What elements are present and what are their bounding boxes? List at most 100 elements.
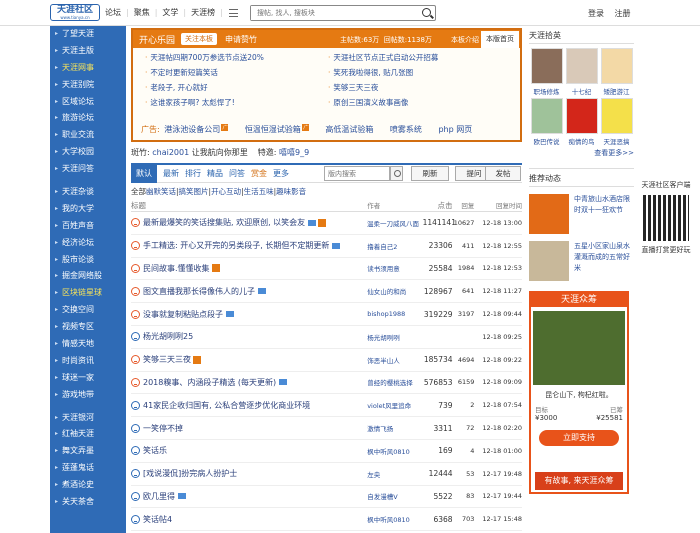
- ad-link[interactable]: 喷雾系统: [390, 125, 422, 134]
- tab-more[interactable]: 更多: [273, 168, 289, 179]
- recommend-tile[interactable]: 欧巴传说: [529, 98, 564, 146]
- sidebar-item[interactable]: ▸ 时尚资讯: [50, 353, 126, 370]
- sidebar-item[interactable]: ▸ 交换空间: [50, 302, 126, 319]
- banner-link[interactable]: 天涯帖四期700万参选节点送20%: [145, 52, 328, 63]
- post-author[interactable]: 曾经的樱桃选择: [367, 377, 423, 387]
- tab-board-home[interactable]: 本版首页: [481, 31, 519, 48]
- sidebar-item[interactable]: ▸ 旅游论坛: [50, 110, 126, 127]
- post-title-link[interactable]: 笑够三天三夜: [143, 354, 191, 365]
- banner-link[interactable]: 老段子, 开心就好: [145, 82, 328, 93]
- post-author[interactable]: 仙女山的和尚: [367, 286, 423, 296]
- post-author[interactable]: 左央: [367, 469, 423, 479]
- sidebar-item[interactable]: ▸ 经济论坛: [50, 235, 126, 252]
- nav-literature[interactable]: 文学: [162, 7, 178, 18]
- tianya-logo[interactable]: 天涯社区 www.tianya.cn: [50, 4, 100, 21]
- post-title-link[interactable]: 民间故事.懂懂收集: [143, 263, 210, 274]
- tab-ranking[interactable]: 排行: [185, 168, 201, 179]
- sidebar-item[interactable]: ▸ 情感天地: [50, 336, 126, 353]
- sidebar-item[interactable]: ▸ 股市论谈: [50, 252, 126, 269]
- nav-focus[interactable]: 聚焦: [134, 7, 150, 18]
- post-author[interactable]: 激情飞扬: [367, 423, 423, 433]
- sidebar-item[interactable]: ▸ 舞文弄墨: [50, 443, 126, 460]
- post-author[interactable]: bishop1988: [367, 310, 423, 318]
- sidebar-item[interactable]: ▸ 视频专区: [50, 319, 126, 336]
- tab-default[interactable]: 默认: [131, 164, 157, 183]
- category-link[interactable]: 幽默笑话: [146, 187, 176, 196]
- post-title-link[interactable]: 图文直播我那长得像伟人的儿子: [143, 286, 255, 297]
- post-author[interactable]: 温柔一刀威风八面: [367, 218, 423, 228]
- sidebar-item[interactable]: ▸ 百姓声音: [50, 218, 126, 235]
- ad-link[interactable]: php 网页: [438, 125, 472, 134]
- nav-forum[interactable]: 论坛: [105, 7, 121, 18]
- banner-link[interactable]: 笑死我啦得很, 贴几张图: [328, 67, 518, 78]
- sidebar-item[interactable]: ▸ 区域论坛: [50, 94, 126, 111]
- banner-link[interactable]: 原创三国演义故事画像: [328, 97, 518, 108]
- post-title-link[interactable]: 欧几里得: [143, 491, 175, 502]
- special-user[interactable]: 嘻嘻9_9: [279, 148, 309, 157]
- post-author[interactable]: 自发漫槽V: [367, 491, 423, 501]
- post-author[interactable]: 枫中听风0810: [367, 514, 423, 524]
- post-title-link[interactable]: 手工精选: 开心又开完的另类段子, 长期但不定期更新: [143, 240, 329, 251]
- sidebar-item[interactable]: ▸ 关天茶舍: [50, 494, 126, 511]
- dynamic-item[interactable]: 中青旅山水酒店限时双十一狂欢节: [529, 194, 634, 234]
- sidebar-item[interactable]: ▸ 煮酒论史: [50, 477, 126, 494]
- search-icon[interactable]: [422, 8, 431, 17]
- follow-button[interactable]: 关注本板: [181, 33, 218, 45]
- post-title-link[interactable]: [戏说漫侃]扮完病人扮护士: [143, 468, 237, 479]
- sidebar-item[interactable]: ▸ 了望天涯: [50, 26, 126, 43]
- board-search-icon[interactable]: [390, 166, 403, 181]
- menu-icon[interactable]: [228, 8, 238, 17]
- search-input[interactable]: [251, 6, 411, 20]
- tab-board-intro[interactable]: 本板介绍: [451, 35, 479, 45]
- recommend-tile[interactable]: 十七纪: [564, 48, 599, 96]
- post-title-link[interactable]: 没事就复制粘贴点段子: [143, 309, 223, 320]
- sidebar-item[interactable]: ▸ 掘金网络股: [50, 268, 126, 285]
- post-button[interactable]: 发帖: [485, 166, 521, 181]
- banner-link[interactable]: 不定时更新短篇笑话: [145, 67, 328, 78]
- sidebar-item[interactable]: ▸ 红袖天涯: [50, 426, 126, 443]
- category-link[interactable]: 趣味影音: [276, 187, 306, 196]
- tab-latest[interactable]: 最新: [163, 168, 179, 179]
- dynamic-item[interactable]: 五星小区家山泉水灌溉而成的五常好米: [529, 241, 634, 281]
- more-link[interactable]: 查看更多>>: [529, 148, 634, 158]
- login-link[interactable]: 登录: [588, 9, 604, 18]
- post-author[interactable]: violet风里追命: [367, 400, 423, 410]
- recommend-tile[interactable]: 天涯恶搞: [599, 98, 634, 146]
- recommend-tile[interactable]: 职场修炼: [529, 48, 564, 96]
- promo-title[interactable]: 昆仑山下, 枸杞红啦。: [531, 390, 627, 400]
- sidebar-item[interactable]: ▸ 大学校园: [50, 144, 126, 161]
- banner-link[interactable]: 这谁家孩子啊? 太彪悍了!: [145, 97, 328, 108]
- qr-code-icon[interactable]: [643, 195, 689, 241]
- category-link[interactable]: 生活五味: [244, 187, 274, 196]
- sidebar-item[interactable]: ▸ 区块链星球: [50, 285, 126, 302]
- sidebar-item[interactable]: ▸ 天涯网事: [50, 60, 126, 77]
- post-author[interactable]: 杨光胡咧咧: [367, 332, 423, 342]
- promo-image[interactable]: [533, 311, 625, 385]
- register-link[interactable]: 注册: [615, 9, 631, 18]
- category-all[interactable]: 全部: [131, 187, 146, 196]
- sidebar-item[interactable]: ▸ 天涯杂谈: [50, 184, 126, 201]
- post-title-link[interactable]: 41家民企收归国有, 公私合营逐步优化商业环境: [143, 400, 310, 411]
- sidebar-item[interactable]: ▸ 球迷一家: [50, 370, 126, 387]
- post-author[interactable]: 饰恶半山人: [367, 355, 423, 365]
- sidebar-item[interactable]: ▸ 天涯别院: [50, 77, 126, 94]
- sidebar-item[interactable]: ▸ 我的大学: [50, 201, 126, 218]
- post-title-link[interactable]: 笑话帖4: [143, 514, 172, 525]
- moderator-user[interactable]: chai2001: [152, 148, 189, 157]
- category-link[interactable]: 搞笑图片: [179, 187, 209, 196]
- recommend-tile[interactable]: 矮肥游江: [599, 48, 634, 96]
- post-title-link[interactable]: 杨光胡咧咧25: [143, 331, 193, 342]
- tab-featured[interactable]: 精品: [207, 168, 223, 179]
- sidebar-item[interactable]: ▸ 莲蓬鬼话: [50, 460, 126, 477]
- tab-bounty[interactable]: 赏金: [251, 168, 267, 179]
- recommend-tile[interactable]: 痴情的鸟: [564, 98, 599, 146]
- sidebar-item[interactable]: ▸ 游戏地带: [50, 387, 126, 404]
- ad-link[interactable]: 恒温恒湿试验箱广: [245, 124, 309, 134]
- banner-link[interactable]: 笑够三天三夜: [328, 82, 518, 93]
- post-author[interactable]: 读书须用意: [367, 263, 423, 273]
- sidebar-item[interactable]: ▸ 天涯问答: [50, 161, 126, 178]
- banner-link[interactable]: 天涯社区节点正式启动公开招募: [328, 52, 518, 63]
- post-author[interactable]: 撸着自己2: [367, 241, 423, 251]
- post-author[interactable]: 枫中听风0810: [367, 446, 423, 456]
- category-link[interactable]: 开心互动: [211, 187, 241, 196]
